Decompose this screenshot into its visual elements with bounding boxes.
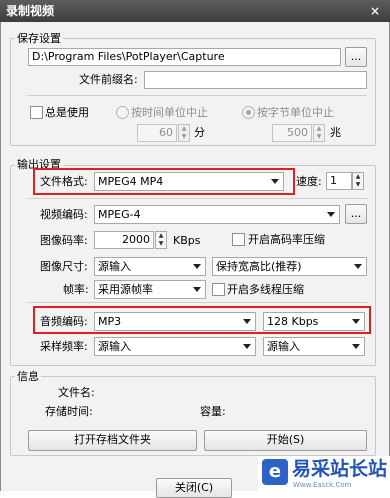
channels-value: 源输入 bbox=[267, 340, 300, 353]
chevron-down-icon bbox=[193, 287, 201, 292]
samplerate-label: 采样频率: bbox=[40, 340, 88, 353]
video-codec-value: MPEG-4 bbox=[98, 208, 141, 221]
save-divider bbox=[27, 95, 367, 96]
high-bitrate-label: 开启高码率压缩 bbox=[248, 233, 325, 246]
chevron-down-icon bbox=[354, 264, 362, 269]
output-divider bbox=[27, 198, 367, 199]
save-settings-title: 保存设置 bbox=[15, 32, 63, 45]
framerate-select[interactable]: 采用源帧率 bbox=[94, 280, 206, 299]
image-size-value: 源输入 bbox=[98, 260, 131, 273]
image-size-select[interactable]: 源输入 bbox=[94, 257, 206, 276]
channels-select[interactable]: 源输入 bbox=[263, 337, 365, 356]
stepper-up-icon: ▲ bbox=[181, 125, 187, 132]
file-prefix-field[interactable] bbox=[144, 71, 367, 89]
window-title: 录制视频 bbox=[6, 4, 55, 18]
watermark-name: 易采站长站 bbox=[292, 458, 388, 480]
file-prefix-label: 文件前缀名: bbox=[79, 73, 138, 86]
chevron-down-icon bbox=[327, 212, 335, 217]
size-limit-field[interactable]: 500 bbox=[272, 124, 312, 142]
multithread-checkbox[interactable] bbox=[212, 283, 225, 296]
speed-label: 速度: bbox=[296, 175, 322, 188]
stop-by-size-label: 按字节单位中止 bbox=[257, 106, 334, 119]
framerate-label: 帧率: bbox=[63, 283, 89, 296]
chevron-down-icon bbox=[352, 344, 360, 349]
bitrate-stepper[interactable]: ▲ ▼ bbox=[155, 231, 167, 249]
open-folder-button[interactable]: 打开存档文件夹 bbox=[28, 430, 197, 451]
video-codec-select[interactable]: MPEG-4 bbox=[94, 205, 340, 224]
video-codec-label: 视频编码: bbox=[40, 208, 88, 221]
start-button[interactable]: 开始(S) bbox=[204, 430, 367, 451]
capacity-label: 容量: bbox=[200, 405, 226, 418]
always-use-checkbox[interactable] bbox=[30, 106, 43, 119]
stepper-down-icon: ▼ bbox=[158, 240, 164, 247]
stop-by-size-radio[interactable] bbox=[242, 106, 255, 119]
stepper-up-icon: ▲ bbox=[355, 173, 361, 180]
always-use-label: 总是使用 bbox=[45, 106, 89, 119]
audio-divider bbox=[27, 302, 367, 303]
bitrate-field[interactable]: 2000 bbox=[94, 231, 154, 249]
watermark-url: Www.Easck.Com bbox=[293, 481, 352, 489]
filename-label: 文件名: bbox=[58, 386, 95, 399]
stepper-down-icon: ▼ bbox=[181, 133, 187, 140]
stepper-up-icon: ▲ bbox=[158, 232, 164, 239]
time-unit-label: 分 bbox=[194, 126, 205, 139]
close-button[interactable]: 关闭(C) bbox=[156, 478, 232, 498]
window-titlebar: 录制视频 × bbox=[0, 0, 390, 22]
time-limit-stepper[interactable]: ▲ ▼ bbox=[178, 124, 190, 142]
stop-by-time-label: 按时间单位中止 bbox=[131, 106, 208, 119]
size-limit-stepper[interactable]: ▲ ▼ bbox=[313, 124, 325, 142]
multithread-label: 开启多线程压缩 bbox=[227, 283, 304, 296]
browse-path-button[interactable]: ... bbox=[345, 47, 367, 67]
framerate-value: 采用源帧率 bbox=[98, 283, 153, 296]
save-path-field[interactable]: D:\Program Files\PotPlayer\Capture bbox=[28, 48, 341, 66]
site-logo-icon: e bbox=[262, 459, 288, 485]
aspect-ratio-value: 保持宽高比(推荐) bbox=[216, 260, 302, 273]
high-bitrate-checkbox[interactable] bbox=[232, 233, 245, 246]
format-highlight-box bbox=[33, 168, 295, 195]
samplerate-value: 源输入 bbox=[98, 340, 131, 353]
stepper-down-icon: ▼ bbox=[355, 181, 361, 188]
bitrate-label: 图像码率: bbox=[40, 234, 88, 247]
dialog-body: 保存设置 D:\Program Files\PotPlayer\Capture … bbox=[0, 22, 390, 498]
aspect-ratio-select[interactable]: 保持宽高比(推荐) bbox=[212, 257, 367, 276]
size-unit-label: 兆 bbox=[330, 126, 341, 139]
chevron-down-icon bbox=[193, 264, 201, 269]
image-size-label: 图像尺寸: bbox=[40, 260, 88, 273]
stepper-up-icon: ▲ bbox=[316, 125, 322, 132]
audio-highlight-box bbox=[33, 306, 371, 334]
time-limit-field[interactable]: 60 bbox=[137, 124, 177, 142]
speed-stepper[interactable]: ▲ ▼ bbox=[352, 172, 364, 190]
video-codec-settings-button[interactable]: ... bbox=[345, 204, 367, 224]
window-close-icon[interactable]: × bbox=[365, 3, 385, 19]
storetime-label: 存储时间: bbox=[45, 405, 93, 418]
watermark: e 易采站长站 Www.Easck.Com bbox=[258, 456, 390, 491]
bitrate-unit: KBps bbox=[173, 234, 201, 247]
info-title: 信息 bbox=[15, 370, 41, 383]
samplerate-select[interactable]: 源输入 bbox=[94, 337, 256, 356]
stop-by-time-radio[interactable] bbox=[116, 106, 129, 119]
chevron-down-icon bbox=[243, 344, 251, 349]
stepper-down-icon: ▼ bbox=[316, 133, 322, 140]
speed-field[interactable]: 1 bbox=[326, 172, 352, 190]
